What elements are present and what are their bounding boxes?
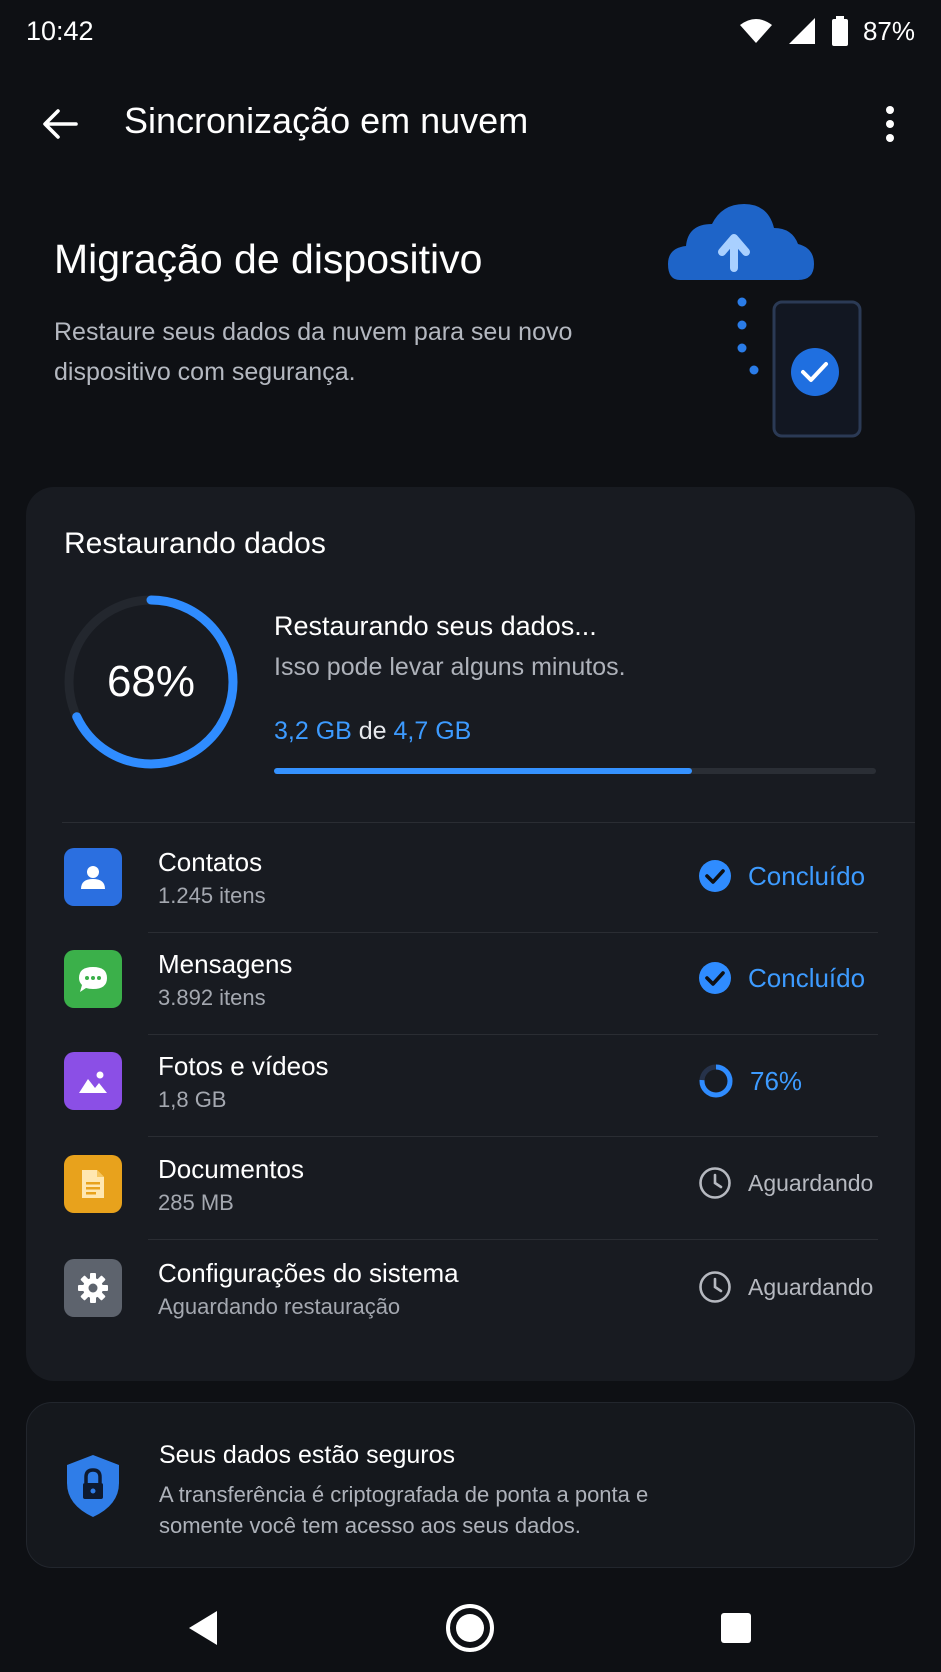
item-detail: Aguardando restauração [158, 1294, 401, 1319]
nav-home-button[interactable] [440, 1598, 500, 1658]
restore-item[interactable]: Fotos e vídeos 1,8 GB 76% [26, 1029, 915, 1137]
clock-icon [699, 1271, 731, 1303]
item-name: Mensagens [158, 949, 293, 979]
hero-description: Restaure seus dados da nuvem para seu no… [54, 318, 573, 386]
check-circle-icon [791, 348, 839, 396]
nav-back-button[interactable] [174, 1598, 234, 1658]
nav-back-icon [189, 1611, 217, 1645]
clock-icon [699, 1167, 731, 1199]
item-name: Configurações do sistema [158, 1258, 459, 1288]
cloud-phone-illustration [668, 204, 862, 438]
nav-recents-icon [721, 1613, 751, 1643]
item-detail: 3.892 itens [158, 985, 266, 1010]
page-title: Sincronização em nuvem [124, 100, 529, 141]
nav-home-icon [446, 1604, 494, 1652]
item-name: Fotos e vídeos [158, 1051, 329, 1081]
restore-card: Restaurando dados 68% Restaurando seus d… [26, 487, 915, 1381]
item-status: Concluído [698, 859, 865, 893]
check-circle-icon [699, 962, 731, 994]
card-title: Restaurando dados [64, 527, 326, 560]
more-options-button[interactable] [866, 96, 914, 152]
progress-subtitle: Isso pode levar alguns minutos. [274, 653, 626, 681]
item-name: Documentos [158, 1154, 304, 1184]
shield-lock-icon [67, 1455, 119, 1517]
item-name: Contatos [158, 847, 263, 877]
back-button[interactable] [36, 100, 84, 148]
progress-percent: 68% [106, 657, 196, 706]
item-status-text: Concluído [748, 860, 866, 891]
check-circle-icon [699, 860, 731, 892]
progress-bar-fill [274, 768, 693, 774]
progress-bar [274, 768, 876, 774]
amount-done: 3,2 GB [274, 717, 352, 745]
app-bar: Sincronização em nuvem [0, 80, 941, 166]
item-detail: 1,8 GB [158, 1087, 227, 1112]
item-status-text: Aguardando [748, 1273, 874, 1300]
item-status: Aguardando [698, 1270, 873, 1304]
status-bar: 10:42 87% [0, 0, 941, 62]
item-status: Concluído [698, 961, 865, 995]
restore-item[interactable]: Mensagens 3.892 itens Concluído [26, 927, 915, 1035]
status-icons: 87% [739, 16, 915, 47]
divider [62, 822, 915, 823]
security-title: Seus dados estão seguros [159, 1441, 456, 1469]
security-description: A transferência é criptografada de ponta… [159, 1482, 649, 1538]
amount-separator: de [351, 717, 394, 745]
contact-person-icon [64, 848, 122, 906]
security-card: Seus dados estão seguros A transferência… [26, 1402, 915, 1568]
document-icon [64, 1155, 122, 1213]
back-arrow-icon [43, 109, 78, 139]
item-status-text: Concluído [748, 962, 866, 993]
progress-title: Restaurando seus dados... [274, 611, 597, 641]
progress-amount: 3,2 GB de 4,7 GB [274, 717, 471, 746]
cloud-upload-icon [668, 204, 814, 280]
amount-total: 4,7 GB [393, 717, 472, 745]
item-status: 76% [698, 1063, 802, 1099]
signal-icon [788, 18, 815, 44]
item-status: Aguardando [698, 1166, 873, 1200]
battery-percent: 87% [862, 15, 915, 46]
restore-item[interactable]: Documentos 285 MB Aguardando [26, 1132, 915, 1240]
status-time: 10:42 [26, 15, 94, 46]
more-vert-icon [886, 106, 894, 142]
image-icon [64, 1052, 122, 1110]
item-status-text: 76% [750, 1065, 803, 1096]
item-detail: 1.245 itens [158, 883, 266, 908]
restore-item[interactable]: Contatos 1.245 itens Concluído [26, 825, 915, 933]
gear-icon [64, 1259, 122, 1317]
loading-spinner-icon [699, 1064, 733, 1098]
system-nav-bar [0, 1580, 941, 1672]
restore-item[interactable]: Configurações do sistema Aguardando resta… [26, 1236, 915, 1344]
item-status-text: Aguardando [748, 1169, 874, 1196]
item-detail: 285 MB [158, 1190, 234, 1215]
hero-title: Migração de dispositivo [54, 236, 483, 282]
message-bubble-icon [64, 950, 122, 1008]
wifi-icon [739, 19, 772, 43]
nav-recents-button[interactable] [706, 1598, 766, 1658]
battery-icon [831, 16, 848, 46]
